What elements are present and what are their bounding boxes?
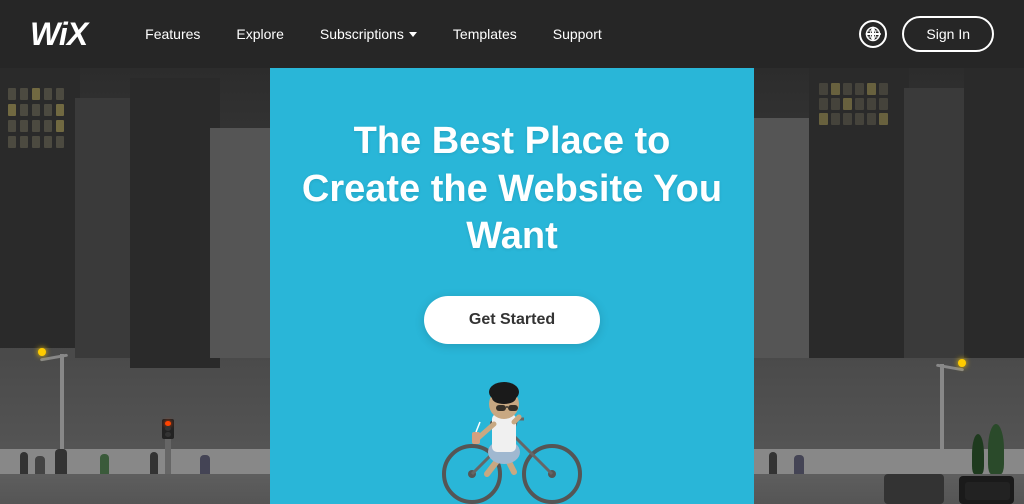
hero-title: The Best Place to Create the Website You… <box>270 118 754 261</box>
nav-right: Sign In <box>859 16 994 52</box>
city-panel-left <box>0 68 270 504</box>
hero-person-figure <box>422 304 602 504</box>
language-selector-icon[interactable] <box>859 20 887 48</box>
hero-blue-panel: The Best Place to Create the Website You… <box>270 68 754 504</box>
wix-logo-text: WiX <box>30 18 87 50</box>
nav-links: Features Explore Subscriptions Templates… <box>127 0 859 68</box>
nav-templates[interactable]: Templates <box>435 0 535 68</box>
logo[interactable]: WiX <box>30 18 87 50</box>
hero-container: The Best Place to Create the Website You… <box>0 68 1024 504</box>
nav-features[interactable]: Features <box>127 0 218 68</box>
subscriptions-chevron-icon <box>409 32 417 37</box>
nav-explore[interactable]: Explore <box>218 0 301 68</box>
nav-subscriptions-label: Subscriptions <box>320 26 404 42</box>
nav-support[interactable]: Support <box>535 0 620 68</box>
nav-subscriptions[interactable]: Subscriptions <box>302 0 435 68</box>
city-panel-right <box>754 68 1024 504</box>
sign-in-button[interactable]: Sign In <box>902 16 994 52</box>
navbar: WiX Features Explore Subscriptions Templ… <box>0 0 1024 68</box>
